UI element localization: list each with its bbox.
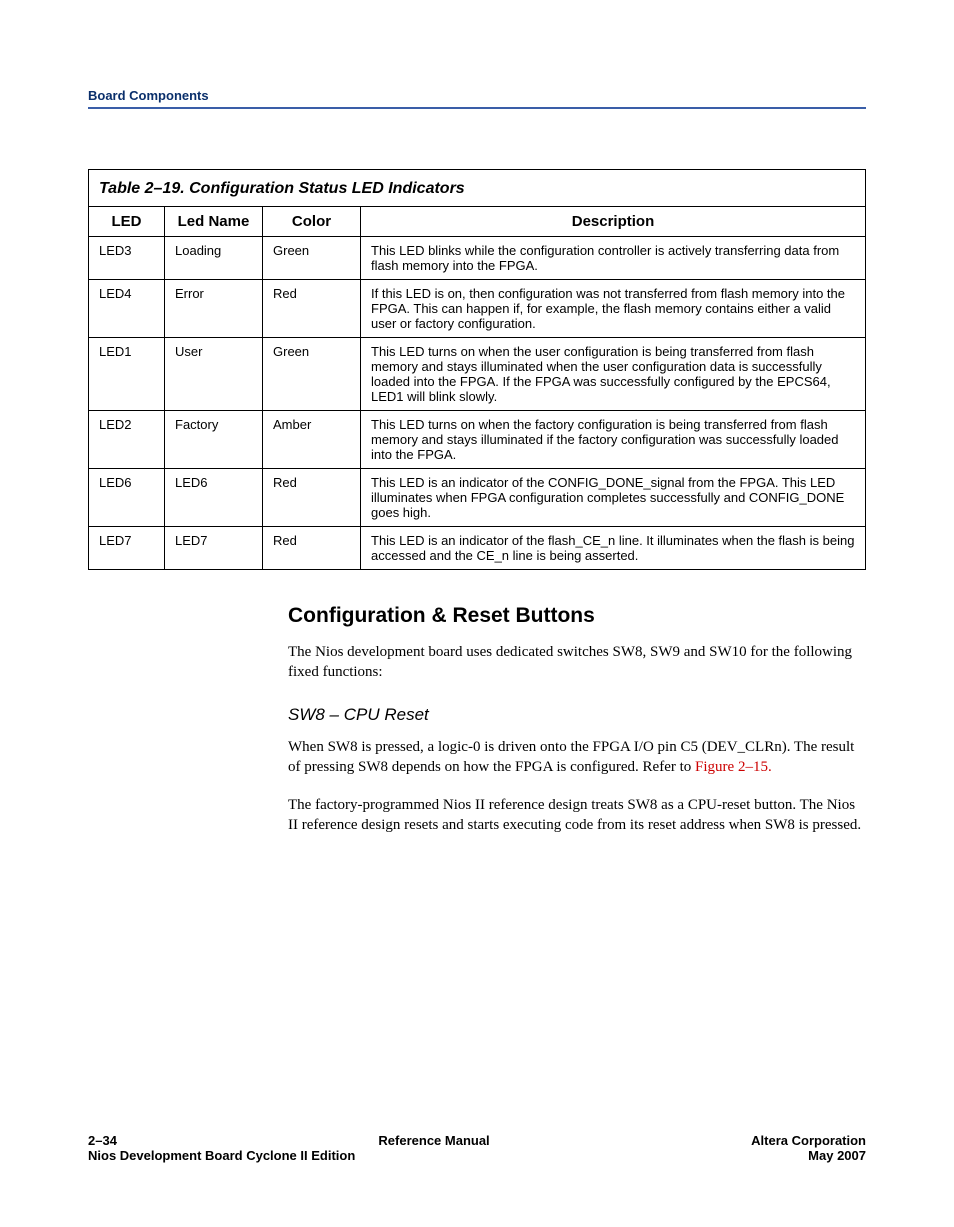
footer-page: 2–34 xyxy=(88,1133,117,1148)
section-heading: Configuration & Reset Buttons xyxy=(288,604,866,628)
cell-name: LED6 xyxy=(165,469,263,527)
cell-desc: This LED turns on when the factory confi… xyxy=(361,411,866,469)
table-row: LED1 User Green This LED turns on when t… xyxy=(89,338,866,411)
cell-desc: This LED is an indicator of the CONFIG_D… xyxy=(361,469,866,527)
cell-led: LED7 xyxy=(89,527,165,570)
footer-center: Reference Manual xyxy=(117,1133,751,1148)
footer-right: Altera Corporation xyxy=(751,1133,866,1148)
paragraph-sw8-1: When SW8 is pressed, a logic-0 is driven… xyxy=(288,737,866,778)
cell-led: LED6 xyxy=(89,469,165,527)
table-row: LED6 LED6 Red This LED is an indicator o… xyxy=(89,469,866,527)
config-status-led-table: Table 2–19. Configuration Status LED Ind… xyxy=(88,169,866,570)
page-footer: 2–34 Reference Manual Altera Corporation… xyxy=(88,1133,866,1163)
cell-color: Amber xyxy=(263,411,361,469)
cell-color: Red xyxy=(263,527,361,570)
running-header: Board Components xyxy=(88,88,866,103)
cell-led: LED2 xyxy=(89,411,165,469)
header-rule xyxy=(88,107,866,109)
cell-led: LED4 xyxy=(89,280,165,338)
subsection-heading: SW8 – CPU Reset xyxy=(288,705,866,725)
body-column: Configuration & Reset Buttons The Nios d… xyxy=(288,604,866,836)
section-intro: The Nios development board uses dedicate… xyxy=(288,642,866,683)
figure-link[interactable]: Figure 2–15. xyxy=(695,759,772,775)
cell-color: Red xyxy=(263,280,361,338)
cell-color: Red xyxy=(263,469,361,527)
footer-doc-title: Nios Development Board Cyclone II Editio… xyxy=(88,1148,355,1163)
table-row: LED3 Loading Green This LED blinks while… xyxy=(89,237,866,280)
table-header-row: LED Led Name Color Description xyxy=(89,207,866,237)
cell-desc: If this LED is on, then configuration wa… xyxy=(361,280,866,338)
cell-name: LED7 xyxy=(165,527,263,570)
cell-color: Green xyxy=(263,237,361,280)
table-caption: Table 2–19. Configuration Status LED Ind… xyxy=(88,169,866,206)
col-led: LED xyxy=(89,207,165,237)
cell-name: Factory xyxy=(165,411,263,469)
footer-date: May 2007 xyxy=(808,1148,866,1163)
paragraph-sw8-2: The factory-programmed Nios II reference… xyxy=(288,795,866,836)
cell-desc: This LED blinks while the configuration … xyxy=(361,237,866,280)
cell-color: Green xyxy=(263,338,361,411)
cell-name: Loading xyxy=(165,237,263,280)
cell-name: User xyxy=(165,338,263,411)
cell-desc: This LED is an indicator of the flash_CE… xyxy=(361,527,866,570)
cell-led: LED1 xyxy=(89,338,165,411)
col-led-name: Led Name xyxy=(165,207,263,237)
table-row: LED4 Error Red If this LED is on, then c… xyxy=(89,280,866,338)
table-row: LED2 Factory Amber This LED turns on whe… xyxy=(89,411,866,469)
table-row: LED7 LED7 Red This LED is an indicator o… xyxy=(89,527,866,570)
cell-name: Error xyxy=(165,280,263,338)
col-description: Description xyxy=(361,207,866,237)
cell-led: LED3 xyxy=(89,237,165,280)
header-title: Board Components xyxy=(88,88,209,103)
cell-desc: This LED turns on when the user configur… xyxy=(361,338,866,411)
col-color: Color xyxy=(263,207,361,237)
